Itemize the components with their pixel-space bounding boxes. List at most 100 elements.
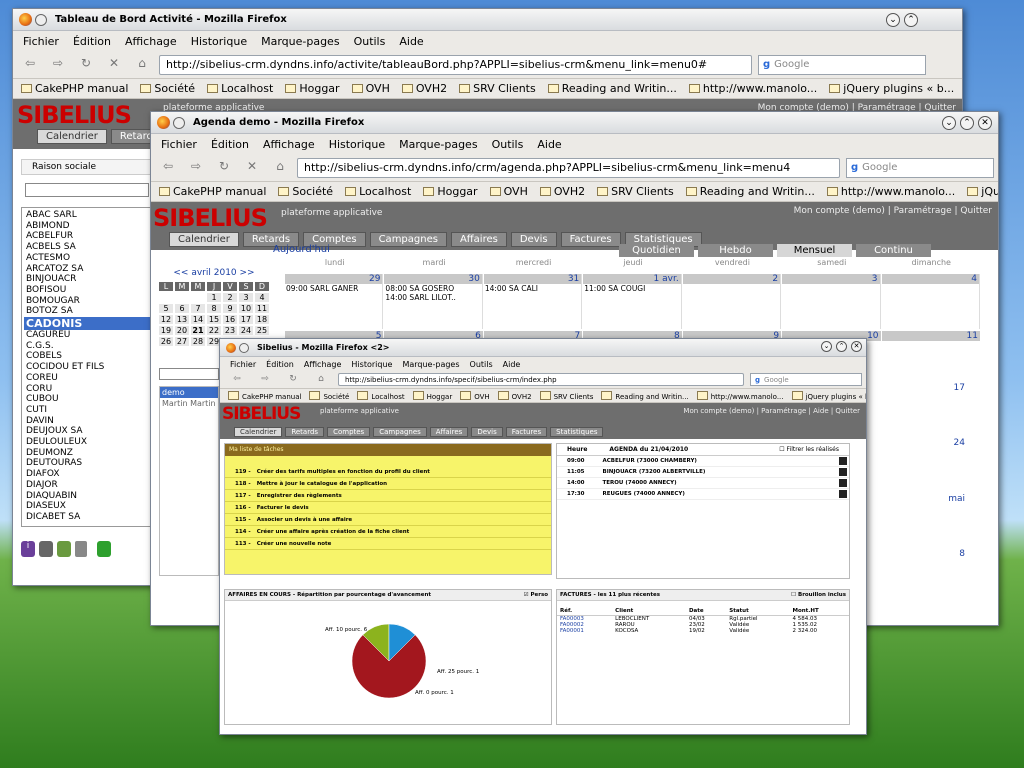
client-filter-input[interactable] — [25, 183, 149, 197]
account-links[interactable]: Mon compte (demo) | Paramétrage | Quitte… — [794, 206, 992, 216]
bookmark-ovh2[interactable]: OVH2 — [539, 185, 585, 198]
mini-day[interactable]: 5 — [159, 304, 173, 313]
url-field[interactable]: http://sibelius-crm.dyndns.info/activite… — [159, 54, 752, 75]
mini-day[interactable]: 16 — [223, 315, 237, 324]
agenda-row[interactable]: 09:00 ACBELFUR (73000 CHAMBERY) — [557, 456, 849, 467]
trash-icon[interactable] — [75, 541, 87, 557]
list-item[interactable]: DIAJOR — [24, 480, 150, 491]
close-icon[interactable]: ✕ — [851, 341, 862, 352]
search-input[interactable]: g Google — [750, 373, 862, 386]
pin-icon[interactable] — [173, 116, 185, 129]
day-cell[interactable]: 31 14:00 SA CALI — [483, 274, 583, 329]
menu-affichage[interactable]: Affichage — [304, 360, 342, 369]
mini-day[interactable]: 12 — [159, 315, 173, 324]
minimize-icon[interactable]: ⌄ — [821, 341, 832, 352]
close-icon[interactable]: ✕ — [978, 116, 992, 130]
view-hebdo[interactable]: Hebdo — [698, 244, 773, 257]
maximize-icon[interactable]: ⌃ — [836, 341, 847, 352]
title-bar[interactable]: Sibelius - Mozilla Firefox <2> ⌄ ⌃ ✕ — [220, 339, 866, 357]
menu-outils[interactable]: Outils — [492, 138, 524, 151]
list-item[interactable]: CUBOU — [24, 394, 150, 405]
menu-historique[interactable]: Historique — [329, 138, 385, 151]
bookmark-srv-clients[interactable]: SRV Clients — [459, 82, 536, 95]
reload-icon[interactable]: ↻ — [282, 374, 304, 386]
list-item[interactable]: C.G.S. — [24, 341, 150, 352]
menu-historique[interactable]: Historique — [191, 35, 247, 48]
back-icon[interactable]: ⇦ — [226, 374, 248, 386]
search-input[interactable]: g Google — [758, 54, 926, 75]
filter-checkbox[interactable]: ☐ Filtrer les réalisés — [779, 446, 839, 453]
list-item[interactable]: DICABET SA — [24, 512, 150, 523]
window-sibelius-dashboard[interactable]: Sibelius - Mozilla Firefox <2> ⌄ ⌃ ✕ Fichi… — [219, 338, 867, 735]
list-item[interactable]: BOTOZ SA — [24, 306, 150, 317]
bookmark-http-www-manolo[interactable]: http://www.manolo... — [696, 390, 784, 401]
phone-icon[interactable] — [97, 541, 111, 557]
forward-icon[interactable]: ⇨ — [47, 56, 69, 74]
mini-day[interactable]: 21 — [191, 326, 205, 335]
mini-day[interactable]: 25 — [255, 326, 269, 335]
stop-icon[interactable]: ✕ — [241, 159, 263, 177]
url-field[interactable]: http://sibelius-crm.dyndns.info/crm/agen… — [297, 157, 840, 178]
menu-outils[interactable]: Outils — [354, 35, 386, 48]
home-icon[interactable]: ⌂ — [131, 56, 153, 74]
search-input[interactable]: g Google — [846, 157, 994, 178]
list-item[interactable]: CORU — [24, 384, 150, 395]
menu-historique[interactable]: Historique — [351, 360, 392, 369]
reload-icon[interactable]: ↻ — [213, 159, 235, 177]
bookmark-societe[interactable]: Société — [140, 82, 195, 95]
menu-outils[interactable]: Outils — [470, 360, 493, 369]
month-navigator[interactable]: << avril 2010 >> — [157, 268, 271, 278]
mini-day[interactable]: 6 — [175, 304, 189, 313]
user-martin[interactable]: Martin Martin — [160, 398, 218, 409]
task-row[interactable]: 114 - Créer une affaire après création de… — [225, 526, 551, 538]
tab-affaires[interactable]: Affaires — [429, 427, 469, 437]
list-item[interactable]: COBELS — [24, 351, 150, 362]
bookmark-srv-clients[interactable]: SRV Clients — [539, 390, 593, 401]
tab-calendrier[interactable]: Calendrier — [234, 427, 283, 437]
list-item[interactable]: BINJOUACR — [24, 274, 150, 285]
tab-factures[interactable]: Factures — [505, 427, 548, 437]
bookmark-cakephp-manual[interactable]: CakePHP manual — [21, 82, 128, 95]
minimize-icon[interactable]: ⌄ — [942, 116, 956, 130]
day-cell[interactable]: 30 08:00 SA GOSERO 14:00 SARL LILOT.. — [384, 274, 483, 329]
menu-marque-pages[interactable]: Marque-pages — [402, 360, 459, 369]
pin-icon[interactable] — [35, 13, 47, 26]
mini-day[interactable]: 22 — [207, 326, 221, 335]
mini-day[interactable]: 26 — [159, 337, 173, 346]
event[interactable]: 11:00 SA COUGI — [583, 284, 680, 293]
url-field[interactable]: http://sibelius-crm.dyndns.info/specif/s… — [338, 373, 744, 386]
mini-day[interactable]: 15 — [207, 315, 221, 324]
bookmark-societe[interactable]: Société — [309, 390, 349, 401]
mini-day[interactable]: 3 — [239, 293, 253, 302]
bookmark-reading-and-writin[interactable]: Reading and Writin... — [601, 390, 689, 401]
info-icon[interactable]: i — [21, 541, 35, 557]
mini-day[interactable]: 11 — [255, 304, 269, 313]
bookmark-ovh2[interactable]: OVH2 — [401, 82, 447, 95]
bookmark-cakephp-manual[interactable]: CakePHP manual — [228, 390, 301, 401]
mini-day[interactable]: 8 — [207, 304, 221, 313]
bookmark-reading-and-writin[interactable]: Reading and Writin... — [685, 185, 815, 198]
title-bar[interactable]: Agenda demo - Mozilla Firefox ⌄ ⌃ ✕ — [151, 112, 998, 134]
list-item[interactable]: COREU — [24, 373, 150, 384]
brouillon-checkbox[interactable]: ☐ Brouillon inclus — [791, 592, 846, 598]
title-bar[interactable]: Tableau de Bord Activité - Mozilla Firef… — [13, 9, 962, 31]
mini-day[interactable]: 20 — [175, 326, 189, 335]
perso-checkbox[interactable]: ☑ Perso — [524, 592, 548, 598]
menu-aide[interactable]: Aide — [399, 35, 423, 48]
mini-day[interactable]: 18 — [255, 315, 269, 324]
agenda-open-icon[interactable] — [839, 457, 847, 465]
list-item[interactable]: ACBELFUR — [24, 231, 150, 242]
tab-devis[interactable]: Devis — [471, 427, 503, 437]
note-icon[interactable] — [39, 541, 53, 557]
mini-day[interactable]: 13 — [175, 315, 189, 324]
forward-icon[interactable]: ⇨ — [185, 159, 207, 177]
day-cell[interactable]: 2 — [682, 274, 782, 329]
tab-campagnes[interactable]: Campagnes — [373, 427, 427, 437]
list-item[interactable]: BOFISOU — [24, 285, 150, 296]
list-item[interactable]: ABIMOND — [24, 221, 150, 232]
menu-fichier[interactable]: Fichier — [230, 360, 256, 369]
tab-statistiques[interactable]: Statistiques — [550, 427, 604, 437]
mini-day[interactable]: 7 — [191, 304, 205, 313]
list-item[interactable]: DEULOULEUX — [24, 437, 150, 448]
minimize-icon[interactable]: ⌄ — [886, 13, 900, 27]
